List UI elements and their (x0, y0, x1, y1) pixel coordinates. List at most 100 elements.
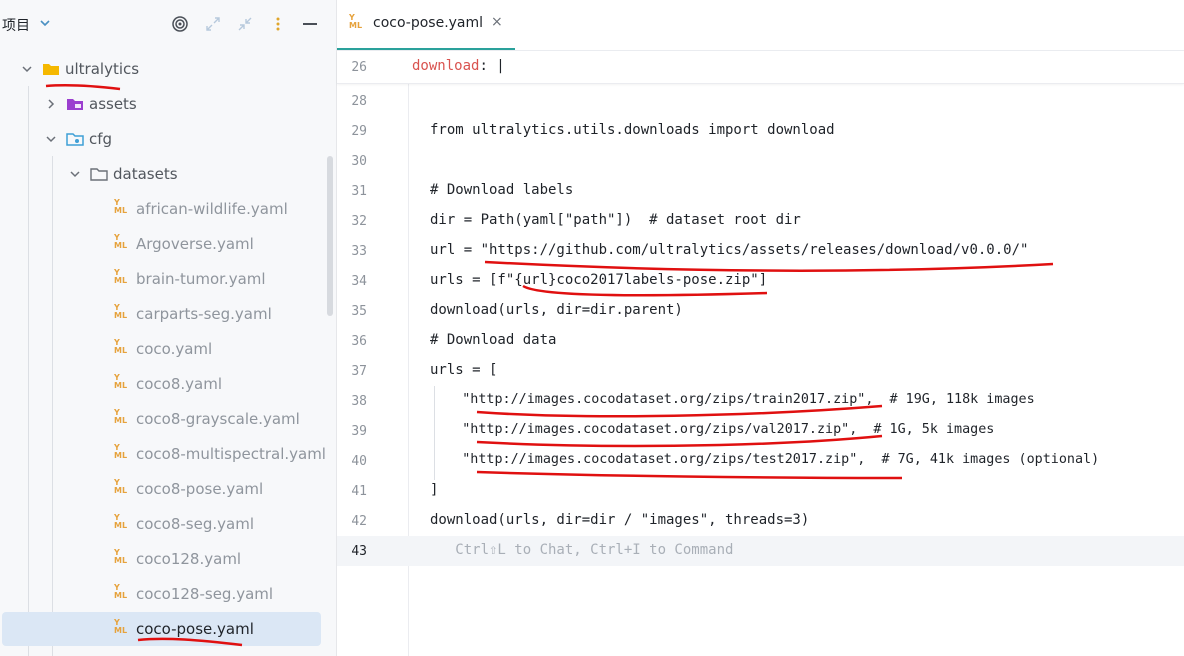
tree-item-label: coco8-seg.yaml (136, 515, 254, 533)
line-number: 30 (351, 154, 367, 169)
package-folder-icon (66, 133, 84, 146)
yaml-file-icon: Y ML (114, 478, 128, 495)
code-line: from ultralytics.utils.downloads import … (430, 122, 835, 138)
project-panel: 项目 ultralytics assets cfg datasets Y ML … (0, 0, 337, 656)
tree-item-file[interactable]: Y ML Argoverse.yaml (0, 227, 336, 261)
tree-item-file[interactable]: Y ML coco8-pose.yaml (0, 472, 336, 506)
yaml-file-icon: Y ML (114, 408, 128, 425)
code-line: urls = [f"{url}coco2017labels-pose.zip"] (430, 272, 768, 288)
chevron-right-icon[interactable] (44, 97, 58, 111)
code-line: dir = Path(yaml["path"]) # dataset root … (430, 212, 801, 228)
code-line: ] (430, 482, 439, 498)
tree-item-file[interactable]: Y ML brain-tumor.yaml (0, 262, 336, 296)
tree-item-label: Argoverse.yaml (136, 235, 254, 253)
tree-item-file-selected[interactable]: Y ML coco-pose.yaml (2, 612, 321, 646)
more-icon[interactable] (268, 14, 288, 34)
close-icon[interactable]: × (491, 14, 503, 30)
tree-item-cfg[interactable]: cfg (0, 122, 336, 156)
project-title[interactable]: 项目 (2, 15, 30, 35)
tree-item-label: assets (89, 95, 137, 113)
yaml-file-icon: Y ML (114, 198, 128, 215)
yaml-file-icon: Y ML (114, 303, 128, 320)
yaml-file-icon: Y ML (114, 338, 128, 355)
folder-icon (90, 168, 108, 181)
tree-item-file[interactable]: Y ML coco8-seg.yaml (0, 507, 336, 541)
code-line: "http://images.cocodataset.org/zips/test… (430, 452, 1100, 467)
project-panel-header: 项目 (0, 0, 336, 48)
line-number: 42 (351, 514, 367, 529)
tree-item-file[interactable]: Y ML coco128-seg.yaml (0, 577, 336, 611)
code-line: urls = [ (430, 362, 498, 378)
yaml-file-icon: Y ML (114, 373, 128, 390)
tree-item-file[interactable]: Y ML african-wildlife.yaml (0, 192, 336, 226)
indent-guide (434, 386, 435, 480)
tree-item-label: coco8-multispectral.yaml (136, 445, 326, 463)
tab-coco-pose[interactable]: Y ML coco-pose.yaml × (337, 0, 515, 51)
inline-hint: Ctrl⇧L to Chat, Ctrl+I to Command (430, 542, 734, 558)
code-line: download(urls, dir=dir / "images", threa… (430, 512, 810, 528)
line-number: 26 (351, 60, 367, 75)
tree-item-assets[interactable]: assets (0, 87, 336, 121)
tree-item-label: coco8-grayscale.yaml (136, 410, 300, 428)
collapse-icon[interactable] (235, 14, 255, 34)
chevron-down-icon[interactable] (44, 132, 58, 146)
code-line: "http://images.cocodataset.org/zips/trai… (430, 392, 1035, 407)
tree-item-file[interactable]: Y ML carparts-seg.yaml (0, 297, 336, 331)
line-number: 31 (351, 184, 367, 199)
tree-item-label: carparts-seg.yaml (136, 305, 272, 323)
target-icon[interactable] (170, 14, 190, 34)
code-line: download: | (412, 58, 505, 74)
yaml-file-icon: Y ML (114, 618, 128, 635)
tree-item-file[interactable]: Y ML coco.yaml (0, 332, 336, 366)
line-number: 38 (351, 394, 367, 409)
yaml-key: download (412, 58, 480, 74)
tree-item-label: coco-pose.yaml (136, 620, 254, 638)
tree-item-label: datasets (113, 165, 178, 183)
chevron-down-icon[interactable] (68, 167, 82, 181)
tree-item-label: cfg (89, 130, 113, 148)
chevron-down-icon[interactable] (38, 16, 52, 30)
tree-item-label: brain-tumor.yaml (136, 270, 266, 288)
tree-item-label: coco8-pose.yaml (136, 480, 264, 498)
yaml-file-icon: Y ML (114, 548, 128, 565)
code-line: url = "https://github.com/ultralytics/as… (430, 242, 1029, 258)
yaml-file-icon: Y ML (114, 233, 128, 250)
tree-item-label: coco8.yaml (136, 375, 223, 393)
code-line: "http://images.cocodataset.org/zips/val2… (430, 422, 995, 437)
editor-pane: Y ML coco-pose.yaml × 26 download: | 28 2… (337, 0, 1184, 656)
minimize-icon[interactable] (300, 14, 320, 34)
gutter-divider (408, 82, 409, 656)
line-number: 32 (351, 214, 367, 229)
sticky-header[interactable]: 26 download: | (337, 51, 1184, 84)
tree-item-file[interactable]: Y ML coco8-grayscale.yaml (0, 402, 336, 436)
line-number: 29 (351, 124, 367, 139)
tree-item-label: coco128-seg.yaml (136, 585, 274, 603)
tree-item-file[interactable]: Y ML coco8-multispectral.yaml (0, 437, 336, 471)
chevron-down-icon[interactable] (20, 62, 34, 76)
tree-item-file[interactable]: Y ML coco8.yaml (0, 367, 336, 401)
line-number: 39 (351, 424, 367, 439)
code-line: # Download labels (430, 182, 574, 198)
tree-item-label: african-wildlife.yaml (136, 200, 288, 218)
tree-item-datasets[interactable]: datasets (0, 157, 336, 191)
code-line: # Download data (430, 332, 557, 348)
tree-item-label: ultralytics (65, 60, 140, 78)
expand-icon[interactable] (203, 14, 223, 34)
line-number: 33 (351, 244, 367, 259)
yaml-file-icon: Y ML (114, 513, 128, 530)
tree-item-label: coco128.yaml (136, 550, 242, 568)
tree-item-ultralytics[interactable]: ultralytics (0, 52, 336, 86)
line-number-current: 43 (351, 544, 367, 559)
line-number: 41 (351, 484, 367, 499)
line-number: 37 (351, 364, 367, 379)
scrollbar-thumb[interactable] (327, 156, 333, 316)
yaml-file-icon: Y ML (114, 583, 128, 600)
line-number: 28 (351, 94, 367, 109)
line-number: 35 (351, 304, 367, 319)
yaml-file-icon: Y ML (114, 268, 128, 285)
line-number: 36 (351, 334, 367, 349)
yaml-file-icon: Y ML (349, 13, 363, 30)
tree-item-label: coco.yaml (136, 340, 213, 358)
line-number: 40 (351, 454, 367, 469)
tree-item-file[interactable]: Y ML coco128.yaml (0, 542, 336, 576)
